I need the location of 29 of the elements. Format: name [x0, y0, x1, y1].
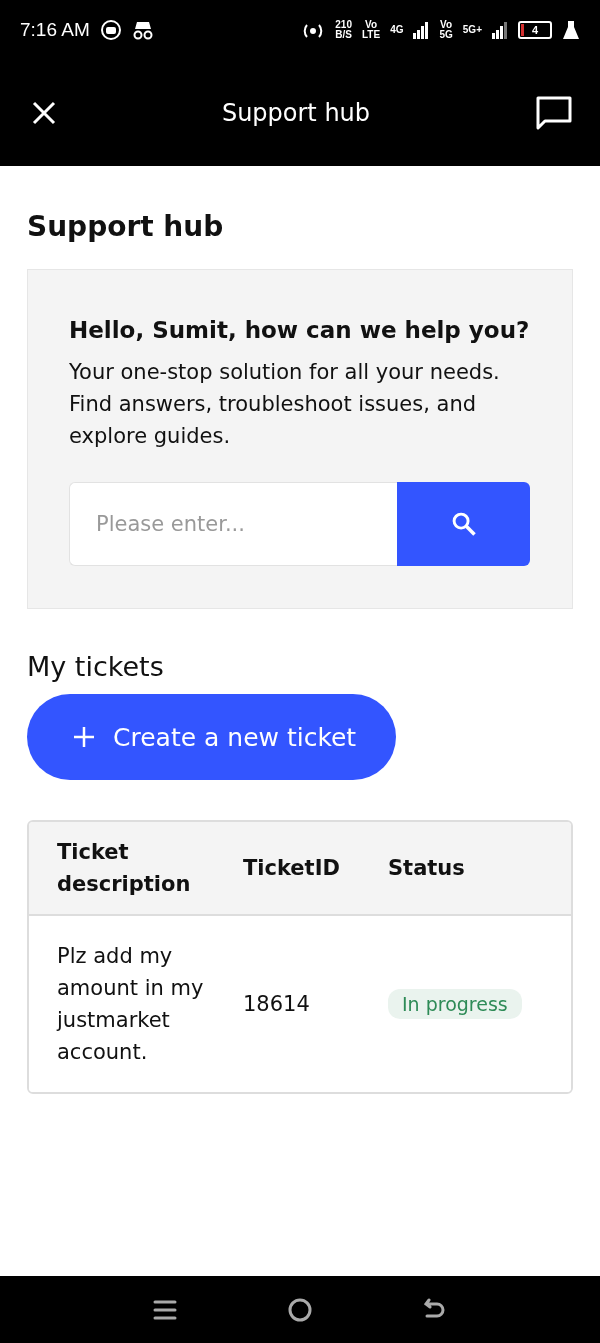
plus-icon: [73, 726, 95, 748]
network-speed: 210 B/S: [335, 20, 352, 40]
table-cell-text: 18614: [243, 991, 311, 1018]
column-header: TicketID: [243, 855, 341, 882]
network-type: 5G+: [462, 25, 482, 35]
search-field[interactable]: Please enter...: [69, 482, 397, 566]
create-ticket-button[interactable]: Create a new ticket: [27, 694, 397, 780]
flask-icon: [562, 20, 580, 40]
column-header: Ticket description: [57, 839, 192, 898]
network-type: 4G: [390, 25, 404, 35]
signal-icon: [492, 21, 508, 39]
help-text: Your one-stop solution for all your needs. Find answers, troubleshoot issues, and explore guides.: [69, 359, 501, 450]
column-header: Status: [388, 855, 466, 882]
help-heading: Hello, Sumit, how can we help you?: [69, 316, 530, 345]
chat-button[interactable]: [536, 96, 572, 130]
volte-label: Vo LTE: [361, 20, 381, 40]
download-icon: [99, 19, 122, 41]
page-title: Support hub: [27, 210, 225, 243]
vo5g-label: Vo 5G: [439, 20, 453, 40]
signal-icon: [413, 21, 430, 39]
close-button[interactable]: [32, 101, 56, 125]
incognito-icon: [131, 20, 154, 40]
section-title: My tickets: [27, 651, 165, 682]
header-title: Support hub: [221, 99, 371, 127]
home-button[interactable]: [287, 1296, 313, 1323]
table-cell-text: Plz add my amount in my justmarket account.: [57, 943, 205, 1066]
status-badge: In progress: [388, 989, 522, 1019]
battery-percent: 4: [531, 24, 539, 36]
status-time: 7:16 AM: [20, 19, 90, 41]
